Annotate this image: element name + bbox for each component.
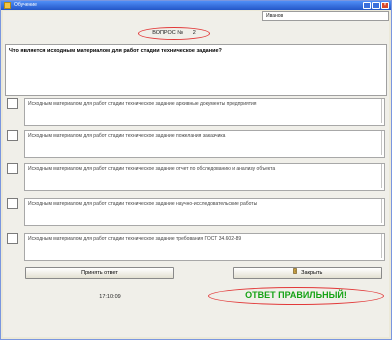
answer-checkbox[interactable]: [7, 98, 18, 109]
result-message: ОТВЕТ ПРАВИЛЬНЫЙ!: [208, 287, 384, 305]
answer-scrollbar[interactable]: [381, 234, 384, 258]
answer-option-4: Исходным материалом для работ стадии тех…: [7, 198, 385, 226]
answer-text: Исходным материалом для работ стадии тех…: [24, 163, 385, 191]
answer-checkbox[interactable]: [7, 130, 18, 141]
close-test-button[interactable]: Закрыть: [233, 267, 382, 279]
answer-option-5: Исходным материалом для работ стадии тех…: [7, 233, 385, 261]
answer-scrollbar[interactable]: [381, 131, 384, 155]
close-test-label: Закрыть: [301, 270, 323, 276]
answer-option-1: Исходным материалом для работ стадии тех…: [7, 98, 385, 126]
window-title: Обучение: [14, 2, 37, 8]
answer-text: Исходным материалом для работ стадии тех…: [24, 130, 385, 158]
answer-text: Исходным материалом для работ стадии тех…: [24, 233, 385, 261]
answer-checkbox[interactable]: [7, 163, 18, 174]
answer-scrollbar[interactable]: [381, 199, 384, 223]
submit-answer-button[interactable]: Принять ответ: [25, 267, 174, 279]
app-icon: [4, 2, 11, 9]
answer-checkbox[interactable]: [7, 233, 18, 244]
title-bar: Обучение ×: [1, 1, 391, 10]
answer-scrollbar[interactable]: [381, 99, 384, 123]
user-name-field: Иванов: [262, 11, 389, 21]
door-exit-icon: [292, 268, 298, 278]
answer-checkbox[interactable]: [7, 198, 18, 209]
question-text: Что является исходным материалом для раб…: [5, 44, 387, 96]
minimize-button[interactable]: [363, 2, 371, 9]
maximize-button[interactable]: [372, 2, 380, 9]
submit-answer-label: Принять ответ: [81, 270, 118, 276]
answer-option-3: Исходным материалом для работ стадии тех…: [7, 163, 385, 191]
question-number: ВОПРОС № 2: [138, 27, 210, 40]
timer-display: 17:10:09: [99, 294, 121, 300]
question-number-label: ВОПРОС №: [152, 30, 184, 36]
answer-scrollbar[interactable]: [381, 164, 384, 188]
main-panel: Иванов ВОПРОС № 2 Что является исходным …: [3, 11, 389, 337]
test-window: Обучение × Иванов ВОПРОС № 2 Что являетс…: [0, 0, 392, 340]
question-number-value: 2: [192, 30, 196, 36]
close-window-button[interactable]: ×: [381, 2, 389, 9]
answer-text: Исходным материалом для работ стадии тех…: [24, 98, 385, 126]
answer-text: Исходным материалом для работ стадии тех…: [24, 198, 385, 226]
answer-option-2: Исходным материалом для работ стадии тех…: [7, 130, 385, 158]
